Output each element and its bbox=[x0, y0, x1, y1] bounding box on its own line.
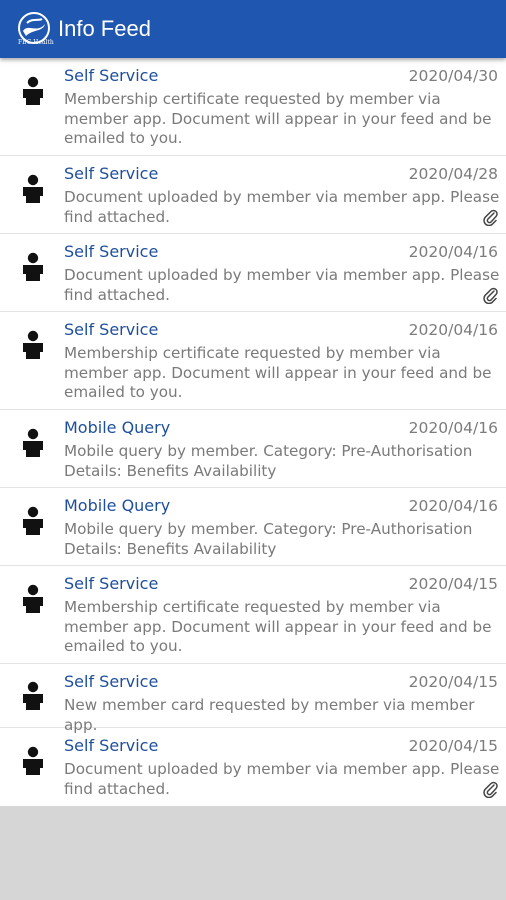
feed-item[interactable]: Self Service 2020/04/15 Document uploade… bbox=[0, 728, 506, 806]
person-icon bbox=[23, 681, 43, 710]
feed-item-date: 2020/04/30 bbox=[408, 67, 498, 85]
feed-item-date: 2020/04/15 bbox=[408, 673, 498, 691]
feed-item-source: Mobile Query bbox=[64, 418, 171, 437]
person-icon bbox=[23, 746, 43, 775]
feed-item-source: Mobile Query bbox=[64, 496, 171, 515]
feed-item[interactable]: Self Service 2020/04/30 Membership certi… bbox=[0, 58, 506, 156]
feed-item-source: Self Service bbox=[64, 242, 159, 261]
feed-item-source: Self Service bbox=[64, 736, 159, 755]
feed-item[interactable]: Mobile Query 2020/04/16 Mobile query by … bbox=[0, 488, 506, 566]
feed-item[interactable]: Self Service 2020/04/16 Membership certi… bbox=[0, 312, 506, 410]
feed-item-date: 2020/04/28 bbox=[408, 165, 498, 183]
person-icon bbox=[23, 330, 43, 359]
logo-text: FBC Health bbox=[18, 39, 54, 46]
feed-item-source: Self Service bbox=[64, 66, 159, 85]
feed-item-text: Document uploaded by member via member a… bbox=[64, 266, 500, 304]
person-icon bbox=[23, 428, 43, 457]
paperclip-icon[interactable] bbox=[482, 286, 498, 304]
feed-item-text: Membership certificate requested by memb… bbox=[64, 344, 492, 401]
feed-item-date: 2020/04/16 bbox=[408, 419, 498, 437]
feed-item-text: Membership certificate requested by memb… bbox=[64, 598, 492, 655]
feed-item-text: Membership certificate requested by memb… bbox=[64, 90, 492, 147]
paperclip-icon[interactable] bbox=[482, 208, 498, 226]
feed-item-date: 2020/04/16 bbox=[408, 497, 498, 515]
feed-item-text: Mobile query by member. Category: Pre-Au… bbox=[64, 442, 473, 480]
feed-item-source: Self Service bbox=[64, 574, 159, 593]
feed-item-text: Mobile query by member. Category: Pre-Au… bbox=[64, 520, 473, 558]
feed-item[interactable]: Self Service 2020/04/15 New member card … bbox=[0, 664, 506, 734]
feed-item[interactable]: Self Service 2020/04/28 Document uploade… bbox=[0, 156, 506, 234]
person-icon bbox=[23, 174, 43, 203]
person-icon bbox=[23, 252, 43, 281]
feed-item-text: Document uploaded by member via member a… bbox=[64, 760, 500, 798]
feed-item[interactable]: Self Service 2020/04/16 Document uploade… bbox=[0, 234, 506, 312]
page-title: Info Feed bbox=[58, 16, 151, 41]
person-icon bbox=[23, 584, 43, 613]
person-icon bbox=[23, 506, 43, 535]
feed-item-source: Self Service bbox=[64, 320, 159, 339]
app-bar: FBC Health Info Feed bbox=[0, 0, 506, 58]
feed-item-date: 2020/04/16 bbox=[408, 321, 498, 339]
feed-item-text: Document uploaded by member via member a… bbox=[64, 188, 500, 226]
person-icon bbox=[23, 76, 43, 105]
feed-item-source: Self Service bbox=[64, 672, 159, 691]
feed-item[interactable]: Mobile Query 2020/04/16 Mobile query by … bbox=[0, 410, 506, 488]
feed-item[interactable]: Self Service 2020/04/15 Membership certi… bbox=[0, 566, 506, 664]
feed-item-date: 2020/04/15 bbox=[408, 575, 498, 593]
paperclip-icon[interactable] bbox=[482, 780, 498, 798]
feed-item-date: 2020/04/15 bbox=[408, 737, 498, 755]
feed-item-date: 2020/04/16 bbox=[408, 243, 498, 261]
feed-item-source: Self Service bbox=[64, 164, 159, 183]
info-feed-list: Self Service 2020/04/30 Membership certi… bbox=[0, 58, 506, 806]
